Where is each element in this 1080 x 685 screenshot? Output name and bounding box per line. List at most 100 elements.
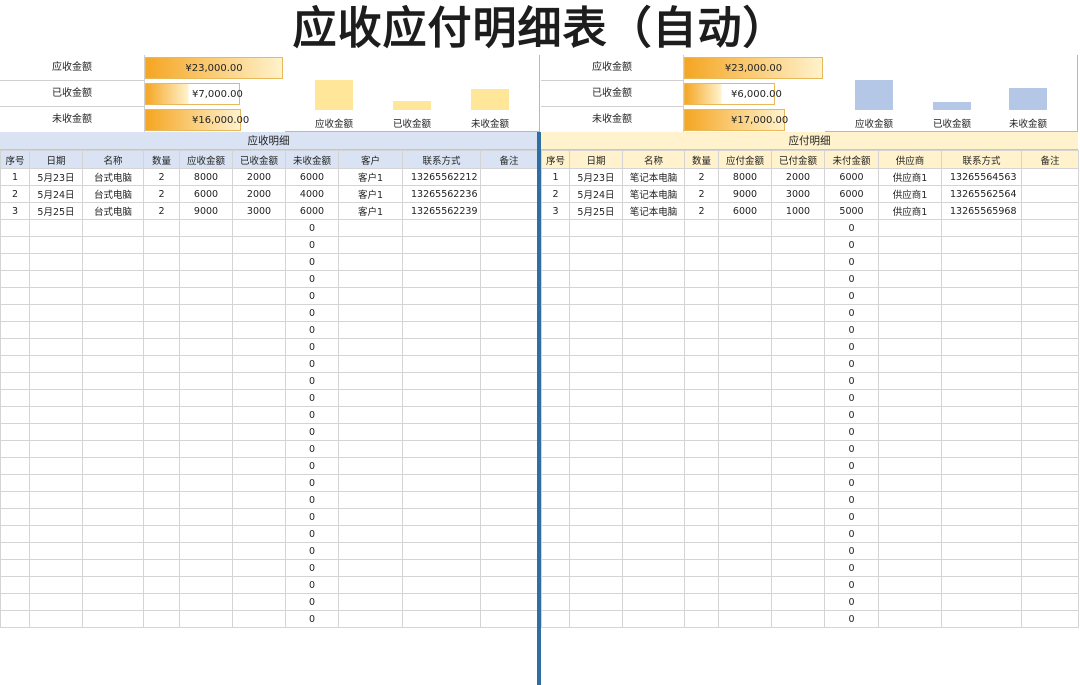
table-cell[interactable] [541, 321, 570, 339]
table-cell[interactable] [878, 457, 942, 475]
table-cell[interactable] [718, 287, 772, 305]
table-cell[interactable] [82, 355, 144, 373]
table-cell[interactable]: 2 [684, 185, 719, 203]
table-cell[interactable] [402, 338, 481, 356]
table-cell[interactable]: 2 [143, 168, 180, 186]
table-cell[interactable] [1021, 508, 1079, 526]
table-cell[interactable]: 供应商1 [878, 185, 942, 203]
table-cell[interactable] [338, 287, 403, 305]
table-cell[interactable]: 0 [285, 236, 339, 254]
table-cell[interactable] [684, 559, 719, 577]
table-cell[interactable]: 0 [285, 338, 339, 356]
table-cell[interactable] [684, 304, 719, 322]
table-cell[interactable] [718, 542, 772, 560]
table-cell[interactable] [622, 542, 685, 560]
table-cell[interactable] [622, 610, 685, 628]
table-cell[interactable] [338, 525, 403, 543]
table-cell[interactable] [684, 593, 719, 611]
table-cell[interactable] [179, 440, 233, 458]
table-cell[interactable]: 0 [824, 610, 879, 628]
table-cell[interactable] [480, 321, 538, 339]
table-cell[interactable] [941, 270, 1022, 288]
table-cell[interactable] [622, 338, 685, 356]
table-cell[interactable]: 9000 [179, 202, 233, 220]
table-cell[interactable]: 供应商1 [878, 168, 942, 186]
table-cell[interactable] [771, 508, 825, 526]
table-cell[interactable]: 0 [285, 559, 339, 577]
table-cell[interactable] [941, 304, 1022, 322]
table-cell[interactable] [402, 389, 481, 407]
table-cell[interactable] [771, 236, 825, 254]
table-cell[interactable] [82, 593, 144, 611]
table-cell[interactable] [29, 338, 83, 356]
table-cell[interactable] [718, 508, 772, 526]
table-cell[interactable] [29, 610, 83, 628]
table-cell[interactable] [82, 270, 144, 288]
table-cell[interactable]: 5月24日 [29, 185, 83, 203]
table-cell[interactable]: 0 [285, 491, 339, 509]
table-cell[interactable] [338, 270, 403, 288]
table-cell[interactable]: 客户1 [338, 168, 403, 186]
table-cell[interactable]: 2 [143, 202, 180, 220]
table-cell[interactable] [143, 236, 180, 254]
table-cell[interactable]: 0 [824, 219, 879, 237]
table-cell[interactable] [941, 525, 1022, 543]
table-cell[interactable] [1021, 525, 1079, 543]
pay-col-qty[interactable]: 数量 [684, 150, 719, 169]
table-cell[interactable] [569, 542, 623, 560]
table-cell[interactable] [941, 457, 1022, 475]
table-cell[interactable] [29, 525, 83, 543]
table-cell[interactable] [684, 287, 719, 305]
table-cell[interactable] [179, 304, 233, 322]
table-cell[interactable] [541, 491, 570, 509]
table-cell[interactable] [1021, 219, 1079, 237]
table-cell[interactable]: 2 [541, 185, 570, 203]
table-cell[interactable] [338, 236, 403, 254]
table-cell[interactable] [143, 593, 180, 611]
table-cell[interactable]: 13265562236 [402, 185, 481, 203]
table-cell[interactable] [622, 559, 685, 577]
table-cell[interactable] [541, 457, 570, 475]
table-cell[interactable] [338, 355, 403, 373]
table-cell[interactable] [179, 593, 233, 611]
table-cell[interactable] [718, 253, 772, 271]
table-cell[interactable] [622, 253, 685, 271]
table-cell[interactable] [179, 406, 233, 424]
table-cell[interactable] [143, 338, 180, 356]
table-cell[interactable]: 13265565968 [941, 202, 1022, 220]
table-cell[interactable] [179, 457, 233, 475]
table-cell[interactable] [338, 559, 403, 577]
table-cell[interactable]: 0 [285, 304, 339, 322]
table-cell[interactable] [878, 304, 942, 322]
table-cell[interactable] [771, 491, 825, 509]
table-cell[interactable]: 2 [684, 202, 719, 220]
table-cell[interactable] [1021, 338, 1079, 356]
payable-section-header[interactable]: 应付明细 [541, 132, 1078, 150]
table-cell[interactable] [143, 355, 180, 373]
table-cell[interactable] [232, 542, 286, 560]
table-cell[interactable] [0, 440, 30, 458]
table-cell[interactable] [1021, 355, 1079, 373]
table-cell[interactable] [878, 525, 942, 543]
table-cell[interactable] [0, 304, 30, 322]
table-cell[interactable] [0, 219, 30, 237]
table-cell[interactable] [82, 457, 144, 475]
table-cell[interactable] [0, 423, 30, 441]
table-cell[interactable] [941, 474, 1022, 492]
table-cell[interactable]: 5000 [824, 202, 879, 220]
table-cell[interactable] [941, 491, 1022, 509]
table-cell[interactable] [179, 576, 233, 594]
table-cell[interactable]: 13265564563 [941, 168, 1022, 186]
table-cell[interactable]: 0 [824, 236, 879, 254]
table-cell[interactable] [771, 542, 825, 560]
table-cell[interactable] [684, 474, 719, 492]
table-cell[interactable] [480, 542, 538, 560]
table-cell[interactable] [0, 338, 30, 356]
table-cell[interactable] [402, 287, 481, 305]
table-cell[interactable] [143, 525, 180, 543]
table-cell[interactable] [338, 338, 403, 356]
table-cell[interactable] [29, 457, 83, 475]
table-cell[interactable] [941, 236, 1022, 254]
table-cell[interactable] [29, 219, 83, 237]
table-cell[interactable]: 13265562564 [941, 185, 1022, 203]
